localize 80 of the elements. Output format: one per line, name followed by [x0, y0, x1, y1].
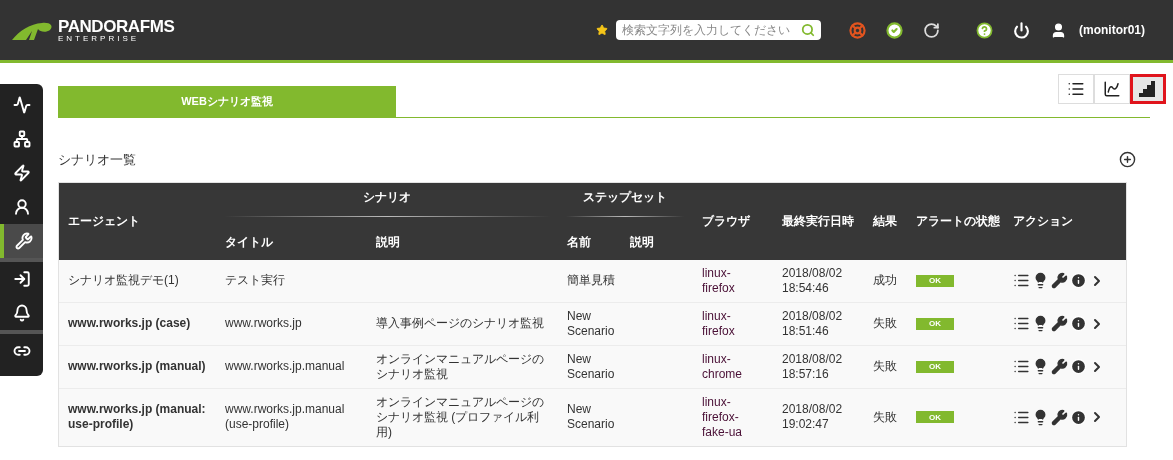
logo-icon	[12, 20, 54, 40]
add-icon[interactable]	[1119, 151, 1136, 169]
user-icon	[12, 198, 31, 216]
column-header: ブラウザ	[702, 213, 750, 230]
list-icon[interactable]	[1013, 272, 1030, 289]
agent-name[interactable]: www.rworks.jp (case)	[68, 316, 191, 331]
list-icon	[1067, 80, 1085, 98]
table-cell-text: linux-firefox	[702, 265, 736, 296]
staircase-icon	[1139, 81, 1157, 97]
table-cell-text: New Scenario	[567, 351, 616, 382]
column-header: 説明	[630, 233, 654, 251]
list-icon[interactable]	[1013, 315, 1030, 332]
table-cell-text: 2018/08/02 18:51:46	[782, 308, 844, 339]
status-badge: OK	[916, 317, 954, 330]
table-cell-text: 2018/08/02 19:02:47	[782, 402, 844, 432]
group-header: シナリオ	[362, 188, 412, 206]
wrench-icon[interactable]	[1051, 408, 1068, 426]
table-cell-text: linux-chrome	[702, 351, 743, 382]
sidebar-item[interactable]	[0, 224, 43, 258]
login-icon	[12, 270, 31, 288]
column-header: 結果	[873, 213, 897, 230]
table-cell: テスト実行	[225, 273, 285, 288]
network-icon	[12, 130, 31, 148]
column-header: アラートの状態	[916, 213, 1000, 230]
info-icon[interactable]	[1070, 315, 1087, 332]
section-title: シナリオ一覧	[58, 151, 136, 169]
table-cell: 成功	[873, 273, 897, 288]
chart-icon	[1103, 80, 1121, 98]
table-cell-text: 2018/08/02 18:57:16	[782, 351, 844, 382]
help-icon[interactable]	[976, 21, 993, 39]
status-badge: OK	[916, 411, 954, 423]
logo-text: PANDORAFMS	[58, 17, 175, 35]
column-header: タイトル	[225, 233, 273, 251]
refresh-icon[interactable]	[923, 21, 940, 39]
table-cell: www.rworks.jp.manual	[225, 359, 345, 374]
wrench-icon[interactable]	[1051, 315, 1068, 332]
wrench-icon[interactable]	[1051, 272, 1068, 289]
agent-name[interactable]: シナリオ監視デモ(1)	[68, 273, 179, 288]
table-cell-text: 2018/08/02 18:54:46	[782, 265, 844, 296]
star-icon[interactable]	[596, 24, 608, 36]
username[interactable]: (monitor01)	[1079, 21, 1145, 39]
table-cell-text: オンラインマニュアルページのシナリオ監視 (プロファイル利用)	[376, 394, 545, 440]
agent-name[interactable]: www.rworks.jp (manual: use-profile)	[68, 402, 208, 432]
table-cell: 失敗	[873, 359, 897, 374]
table-cell: 失敗	[873, 316, 897, 331]
pulse-icon	[12, 96, 31, 114]
info-icon[interactable]	[1070, 358, 1087, 375]
table-cell-text: linux-firefox-fake-ua	[702, 394, 744, 440]
power-icon[interactable]	[1013, 21, 1030, 39]
group-header: ステップセット	[582, 188, 668, 206]
table-cell: 導入事例ページのシナリオ監視	[376, 316, 544, 331]
table-cell-text: オンラインマニュアルページのシナリオ監視	[376, 351, 545, 382]
column-header: アクション	[1013, 213, 1073, 230]
wrench-icon	[14, 232, 33, 250]
table-cell-text: New Scenario	[567, 308, 616, 339]
view-button[interactable]	[1130, 74, 1166, 104]
status-badge: OK	[916, 274, 954, 287]
list-icon[interactable]	[1013, 358, 1030, 375]
table-cell-text: www.rworks.jp.manual (use-profile)	[225, 402, 346, 432]
column-header: 説明	[376, 233, 400, 251]
search-field[interactable]: 検索文字列を入力してください	[616, 20, 821, 40]
table-cell-text: linux-firefox	[702, 308, 736, 339]
info-icon[interactable]	[1070, 408, 1087, 426]
lifebuoy-icon[interactable]	[849, 21, 866, 39]
wrench-icon[interactable]	[1051, 358, 1068, 375]
table-cell-text: 簡単見積	[567, 273, 616, 288]
column-header: 最終実行日時	[782, 213, 854, 230]
check-icon[interactable]	[886, 21, 903, 39]
table-cell: 失敗	[873, 409, 897, 425]
bell-icon	[12, 304, 31, 322]
info-icon[interactable]	[1070, 272, 1087, 289]
column-header: 名前	[567, 233, 591, 251]
lightning-icon	[12, 164, 31, 182]
status-badge: OK	[916, 360, 954, 373]
table-cell-text: New Scenario	[567, 402, 616, 432]
agent-name[interactable]: www.rworks.jp (manual)	[68, 359, 206, 374]
user-icon[interactable]	[1050, 21, 1067, 39]
logo-subtitle: ENTERPRISE	[58, 34, 141, 43]
table-cell: www.rworks.jp	[225, 316, 302, 331]
column-header: エージェント	[68, 213, 140, 230]
